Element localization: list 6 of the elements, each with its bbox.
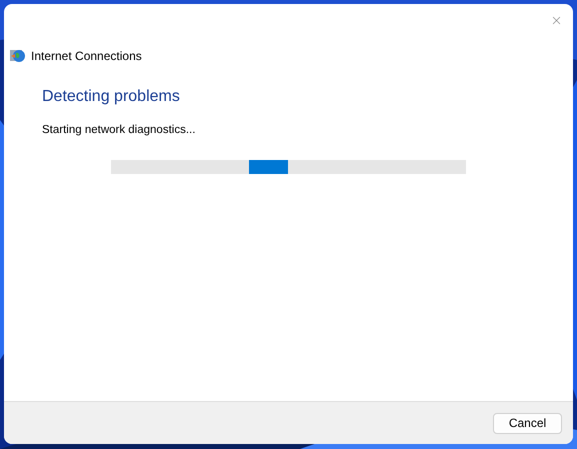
window-title: Internet Connections	[31, 49, 142, 63]
status-text: Starting network diagnostics...	[42, 124, 196, 136]
heading: Detecting problems	[42, 88, 181, 106]
cancel-button[interactable]: Cancel	[493, 412, 562, 434]
close-icon	[550, 14, 563, 27]
globe-icon	[10, 48, 26, 64]
